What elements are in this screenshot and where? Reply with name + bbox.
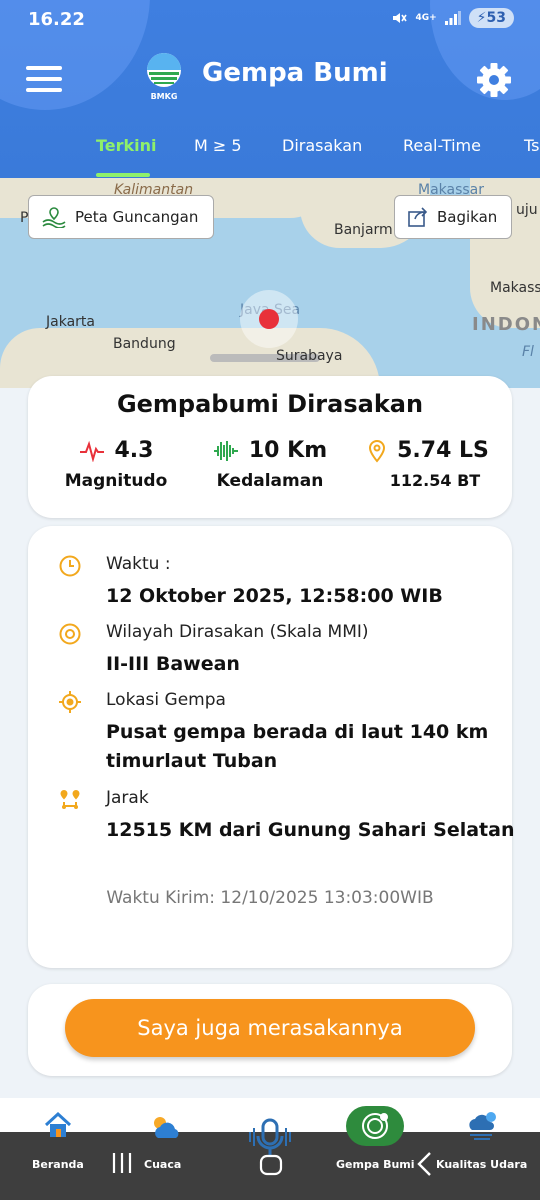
depth-stat: 10 Km Kedalaman (208, 438, 332, 491)
home-button-icon[interactable] (258, 1150, 284, 1178)
earthquake-icon (362, 1113, 388, 1139)
battery-level: 53 (486, 10, 506, 26)
shake-map-button[interactable]: Peta Guncangan (28, 195, 214, 239)
gear-icon[interactable] (476, 62, 512, 98)
logo-text: BMKG (151, 92, 178, 101)
location-value: Pusat gempa berada di laut 140 km timurl… (106, 721, 489, 772)
nav-label-beranda: Beranda (32, 1158, 84, 1171)
pulse-icon (79, 440, 104, 462)
map-label-bandung: Bandung (113, 336, 176, 352)
home-icon[interactable] (43, 1110, 73, 1140)
tab-terkini[interactable]: Terkini (96, 136, 157, 155)
time-label: Waktu : (106, 554, 171, 574)
location-label: Lokasi Gempa (106, 690, 226, 710)
share-icon (408, 207, 428, 227)
location-pin-icon (369, 439, 386, 463)
network-label: 4G+ (415, 13, 437, 23)
tab-dirasakan[interactable]: Dirasakan (282, 136, 362, 155)
weather-icon[interactable] (148, 1112, 182, 1142)
earthquake-detail-card: Waktu : 12 Oktober 2025, 12:58:00 WIB Wi… (28, 526, 514, 968)
nav-label-cuaca: Cuaca (144, 1158, 182, 1171)
earthquake-nav-active[interactable] (346, 1106, 404, 1146)
tab-tsunami[interactable]: Ts (524, 136, 539, 155)
map-label-jakarta: Jakarta (46, 314, 95, 330)
map-label-banjarmasin: Banjarm (334, 222, 393, 238)
battery-indicator: ⚡53 (468, 8, 514, 28)
summary-title: Gempabumi Dirasakan (116, 390, 424, 418)
tab-realtime[interactable]: Real-Time (403, 136, 481, 155)
page-title: Gempa Bumi (202, 58, 388, 88)
epicenter-marker[interactable] (240, 290, 298, 348)
depth-label: Kedalaman (216, 471, 324, 491)
feel-report-card: Saya juga merasakannya (28, 984, 512, 1076)
share-button[interactable]: Bagikan (394, 195, 512, 239)
distance-label: Jarak (106, 788, 149, 808)
shake-map-label: Peta Guncangan (75, 208, 199, 226)
tab-bar: Terkini M ≥ 5 Dirasakan Real-Time Ts (0, 128, 540, 178)
longitude-value: 112.54 BT (389, 471, 481, 490)
target-icon (59, 623, 81, 645)
shake-map-icon (42, 207, 66, 228)
map-label-ujung: uju (516, 202, 538, 218)
crosshair-icon (59, 691, 81, 713)
epicenter-dot (259, 309, 279, 329)
map-label-flores: Fl (522, 344, 534, 360)
app-header: 16.22 4G+ ⚡53 BMKG Gempa Bumi Terkini M … (0, 0, 540, 178)
menu-icon[interactable] (26, 66, 62, 94)
mute-icon (393, 13, 408, 23)
bmkg-logo: BMKG (147, 53, 181, 101)
map-label-indonesia: INDON (472, 314, 540, 335)
nav-label-kualitas-udara: Kualitas Udara (436, 1158, 528, 1171)
coordinate-stat: 5.74 LS 112.54 BT (364, 438, 492, 490)
tab-m5[interactable]: M ≥ 5 (194, 136, 242, 155)
share-label: Bagikan (437, 208, 498, 226)
map-label-makassar: Makass (490, 280, 540, 296)
route-icon (60, 790, 80, 809)
map-label-surabaya: Surabaya (276, 348, 343, 364)
region-label: Wilayah Dirasakan (Skala MMI) (106, 622, 369, 642)
active-tab-indicator (96, 173, 150, 177)
distance-value: 12515 KM dari Gunung Sahari Selatan (106, 819, 515, 841)
status-bar: 16.22 4G+ ⚡53 (0, 0, 540, 40)
nav-label-gempa: Gempa Bumi (336, 1158, 415, 1171)
send-time: Waktu Kirim: 12/10/2025 13:03:00WIB (106, 888, 434, 908)
felt-it-button[interactable]: Saya juga merasakannya (65, 999, 475, 1057)
magnitude-stat: 4.3 Magnitudo (64, 438, 168, 491)
region-value: II-III Bawean (106, 653, 240, 675)
magnitude-value: 4.3 (114, 438, 154, 463)
latitude-value: 5.74 LS (397, 438, 489, 463)
clock-icon (59, 555, 81, 577)
earthquake-map[interactable]: Kalimantan Makassar Banjarm Java Sea Jak… (0, 178, 540, 388)
magnitude-label: Magnitudo (64, 471, 168, 491)
status-time: 16.22 (28, 9, 85, 30)
recent-apps-icon[interactable] (110, 1150, 134, 1176)
earthquake-summary-card: Gempabumi Dirasakan 4.3 Magnitudo 10 Km … (28, 376, 512, 518)
back-icon[interactable] (414, 1150, 436, 1178)
air-quality-icon[interactable] (466, 1110, 498, 1140)
depth-value: 10 Km (248, 438, 328, 463)
seismograph-icon (213, 440, 238, 461)
time-value: 12 Oktober 2025, 12:58:00 WIB (106, 585, 443, 607)
signal-icon (444, 11, 461, 25)
